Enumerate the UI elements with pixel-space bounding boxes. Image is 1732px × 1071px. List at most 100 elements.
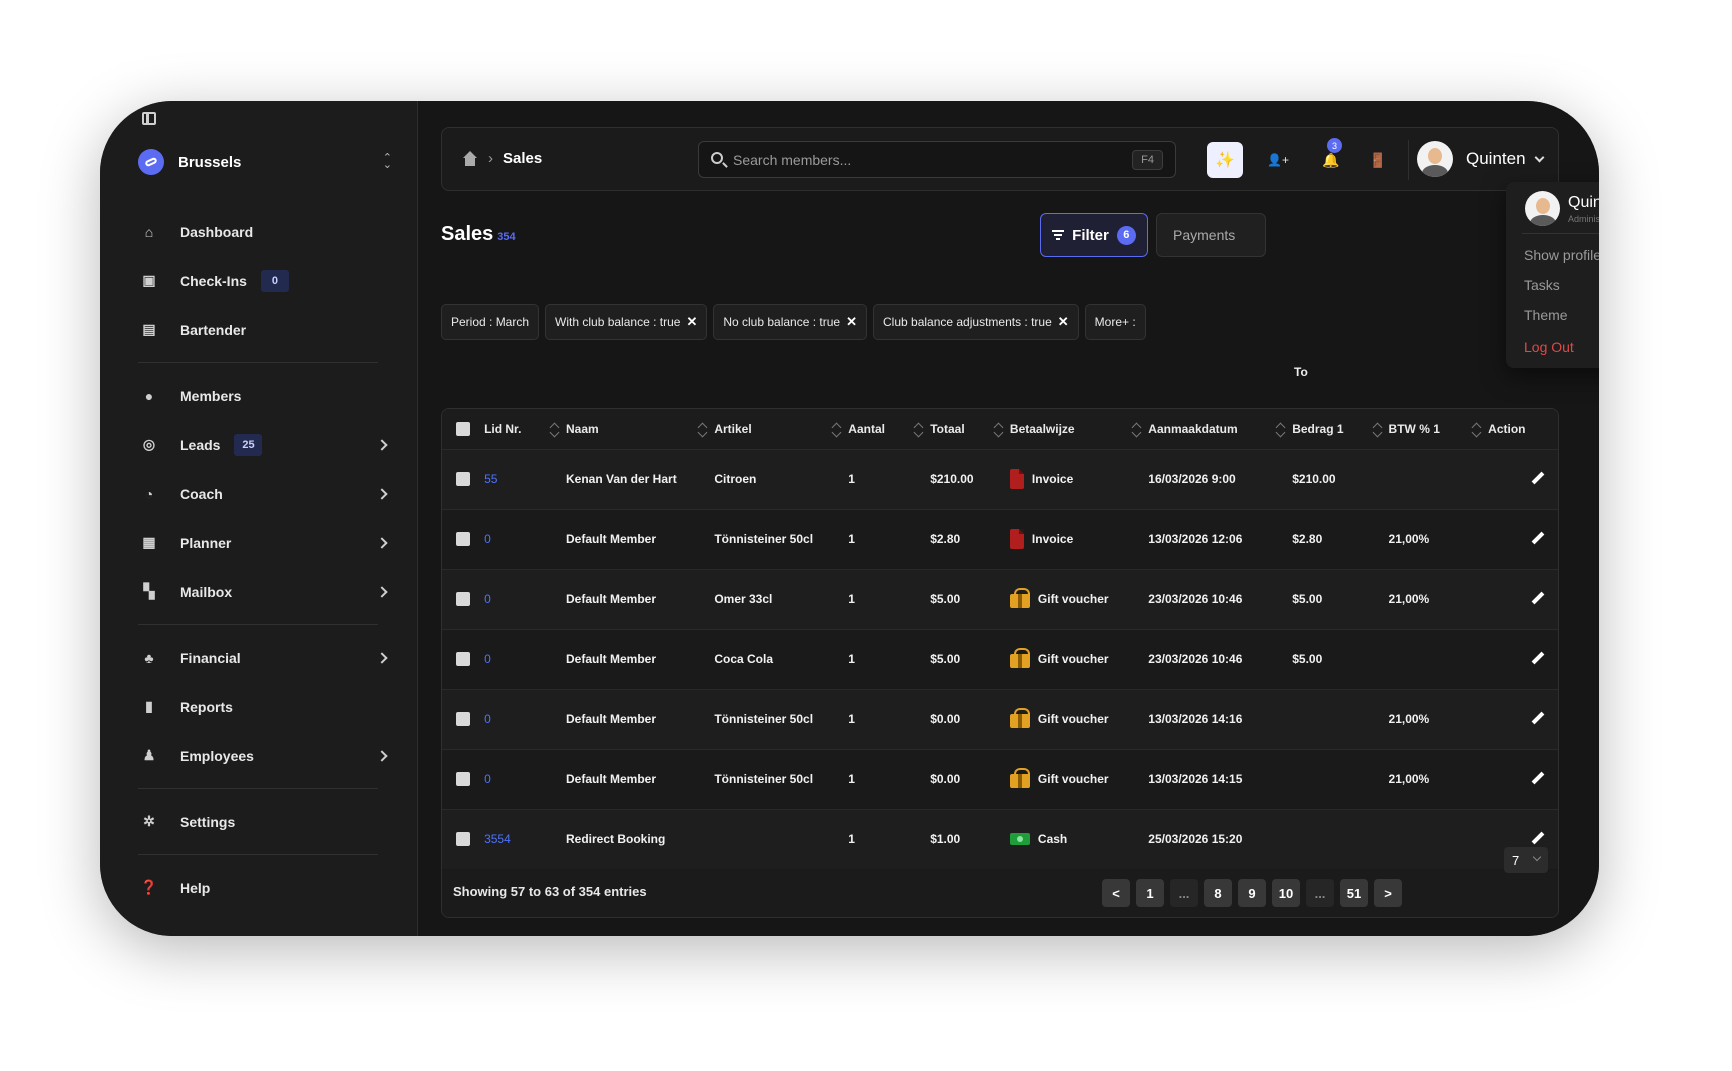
close-icon[interactable]: ✕: [846, 314, 857, 330]
planner-icon: ▦: [142, 534, 156, 550]
more-filters-chip[interactable]: More+ :: [1084, 304, 1146, 340]
column-header[interactable]: Betaalwijze: [1010, 409, 1148, 449]
filter-button[interactable]: Filter 6: [1040, 213, 1148, 257]
row-checkbox[interactable]: [456, 592, 470, 606]
page-button[interactable]: 10: [1272, 879, 1300, 907]
row-checkbox[interactable]: [456, 772, 470, 786]
workspace-switcher[interactable]: Brussels ⌃ ⌄: [138, 148, 392, 176]
next-page-button[interactable]: >: [1374, 879, 1402, 907]
bell-icon: 🔔: [1322, 151, 1340, 168]
lid-cell[interactable]: 0: [484, 689, 566, 749]
row-checkbox[interactable]: [456, 832, 470, 847]
app-window: Brussels ⌃ ⌄ ⌂ Dashboard ▣ Check-Ins 0 ▤ …: [100, 101, 1599, 936]
user-dropdown-menu: Quinten Van De Moere Administrator Show …: [1506, 182, 1599, 368]
prev-page-button[interactable]: <: [1102, 879, 1130, 907]
edit-icon[interactable]: [1532, 833, 1544, 845]
sidebar-item-dashboard[interactable]: ⌂ Dashboard: [138, 207, 392, 256]
edit-icon[interactable]: [1532, 593, 1544, 605]
column-header[interactable]: Artikel: [714, 409, 848, 449]
edit-icon[interactable]: [1532, 713, 1544, 725]
chevron-right-icon: [376, 749, 388, 762]
column-header[interactable]: BTW % 1: [1389, 409, 1489, 449]
add-user-button[interactable]: 👤+: [1260, 142, 1296, 178]
sidebar-item-leads[interactable]: ◎ Leads 25: [138, 420, 392, 469]
lid-cell[interactable]: 0: [484, 629, 566, 689]
home-icon[interactable]: [462, 150, 478, 167]
search-input[interactable]: [733, 142, 1113, 177]
filter-chip-label: With club balance : true: [555, 315, 681, 329]
sidebar-item-coach[interactable]: ◔ Coach: [138, 469, 392, 518]
sidebar-item-members[interactable]: ● Members: [138, 371, 392, 420]
lid-cell[interactable]: 0: [484, 749, 566, 809]
sidebar-item-employees[interactable]: ♟ Employees: [138, 731, 392, 780]
edit-icon[interactable]: [1532, 533, 1544, 545]
sidebar-item-planner[interactable]: ▦ Planner: [138, 518, 392, 567]
select-all-checkbox[interactable]: [456, 421, 470, 436]
column-header[interactable]: Totaal: [930, 409, 1010, 449]
row-select-cell: [442, 749, 484, 809]
page-button[interactable]: 8: [1204, 879, 1232, 907]
sidebar-item-bartender[interactable]: ▤ Bartender: [138, 305, 392, 354]
row-checkbox[interactable]: [456, 712, 470, 726]
column-header[interactable]: Lid Nr.: [484, 409, 566, 449]
filter-chip[interactable]: No club balance : true ✕: [713, 304, 867, 340]
logout-button[interactable]: Log Out: [1524, 339, 1574, 355]
gift-icon: [1009, 648, 1030, 668]
table-row[interactable]: 0 Default Member Tönnisteiner 50cl 1 $0.00 Gi…: [442, 749, 1558, 809]
column-header[interactable]: Aantal: [848, 409, 930, 449]
page-button[interactable]: 51: [1340, 879, 1368, 907]
column-header[interactable]: Bedrag 1: [1292, 409, 1388, 449]
row-checkbox[interactable]: [456, 532, 470, 546]
filter-count-badge: 6: [1116, 225, 1136, 245]
aantal-cell: 1: [848, 832, 855, 847]
table-row[interactable]: 0 Default Member Coca Cola 1 $5.00 Gift vouch…: [442, 629, 1558, 689]
sort-icon: [698, 422, 706, 436]
row-checkbox[interactable]: [456, 472, 470, 486]
table-row[interactable]: 0 Default Member Tönnisteiner 50cl 1 $0.00 Gi…: [442, 689, 1558, 749]
bedrag-cell: [1292, 749, 1388, 809]
page-button[interactable]: 9: [1238, 879, 1266, 907]
row-checkbox[interactable]: [456, 652, 470, 666]
page-button[interactable]: 1: [1136, 879, 1164, 907]
aantal-cell: 1: [848, 712, 855, 726]
filter-chip[interactable]: With club balance : true ✕: [545, 304, 708, 340]
filter-chip[interactable]: Club balance adjustments : true ✕: [873, 304, 1079, 340]
search-icon: [711, 152, 723, 164]
search-bar[interactable]: F4: [698, 141, 1176, 178]
table-row[interactable]: 0 Default Member Tönnisteiner 50cl 1 $2.80 In…: [442, 509, 1558, 569]
sidebar-item-check-ins[interactable]: ▣ Check-Ins 0: [138, 256, 392, 305]
user-menu-button[interactable]: Quinten: [1417, 141, 1544, 177]
magic-wand-button[interactable]: ✨: [1207, 142, 1243, 178]
sidebar-item-financial[interactable]: ♣ Financial: [138, 633, 392, 682]
payment-method-cell: Gift voucher: [1009, 569, 1148, 629]
close-icon[interactable]: ✕: [686, 314, 697, 330]
per-page-select[interactable]: 7: [1504, 847, 1548, 873]
edit-icon[interactable]: [1532, 653, 1544, 665]
edit-icon[interactable]: [1532, 473, 1544, 485]
notification-count-badge: 3: [1327, 138, 1342, 153]
lid-cell[interactable]: 3554: [484, 809, 566, 869]
filter-chip-label: Club balance adjustments : true: [883, 315, 1052, 329]
lid-cell[interactable]: 0: [484, 569, 566, 629]
lid-cell[interactable]: 0: [484, 509, 566, 569]
filter-chip[interactable]: Period : March: [441, 304, 540, 340]
payment-method-cell: Gift voucher: [1009, 749, 1148, 809]
sidebar-item-help[interactable]: ❓ Help: [138, 863, 392, 912]
table-row[interactable]: 55 Kenan Van der Hart Citroen 1 $210.00 Invoi…: [442, 449, 1558, 509]
lid-cell[interactable]: 55: [484, 449, 566, 509]
exit-door-button[interactable]: 🚪: [1360, 142, 1396, 178]
sidebar-item-reports[interactable]: ▮ Reports: [138, 682, 392, 731]
table-row[interactable]: 0 Default Member Omer 33cl 1 $5.00 Gift vouch…: [442, 569, 1558, 629]
edit-icon[interactable]: [1532, 773, 1544, 785]
menu-item-tasks[interactable]: Tasks: [1524, 277, 1560, 293]
payments-button[interactable]: Payments: [1156, 213, 1266, 257]
sidebar-item-settings[interactable]: ✲ Settings: [138, 797, 392, 846]
table-row[interactable]: 3554 Redirect Booking 1 $1.00 Cash 25/03/2026…: [442, 809, 1558, 869]
close-icon[interactable]: ✕: [1058, 314, 1069, 330]
column-header[interactable]: Aanmaakdatum: [1148, 409, 1292, 449]
sidebar-item-mailbox[interactable]: ▚ Mailbox: [138, 567, 392, 616]
sidebar-toggle-icon[interactable]: [142, 112, 156, 125]
menu-item-show-profile[interactable]: Show profile: [1524, 247, 1599, 263]
column-header[interactable]: Naam: [566, 409, 714, 449]
chevron-down-icon: [1534, 152, 1544, 162]
